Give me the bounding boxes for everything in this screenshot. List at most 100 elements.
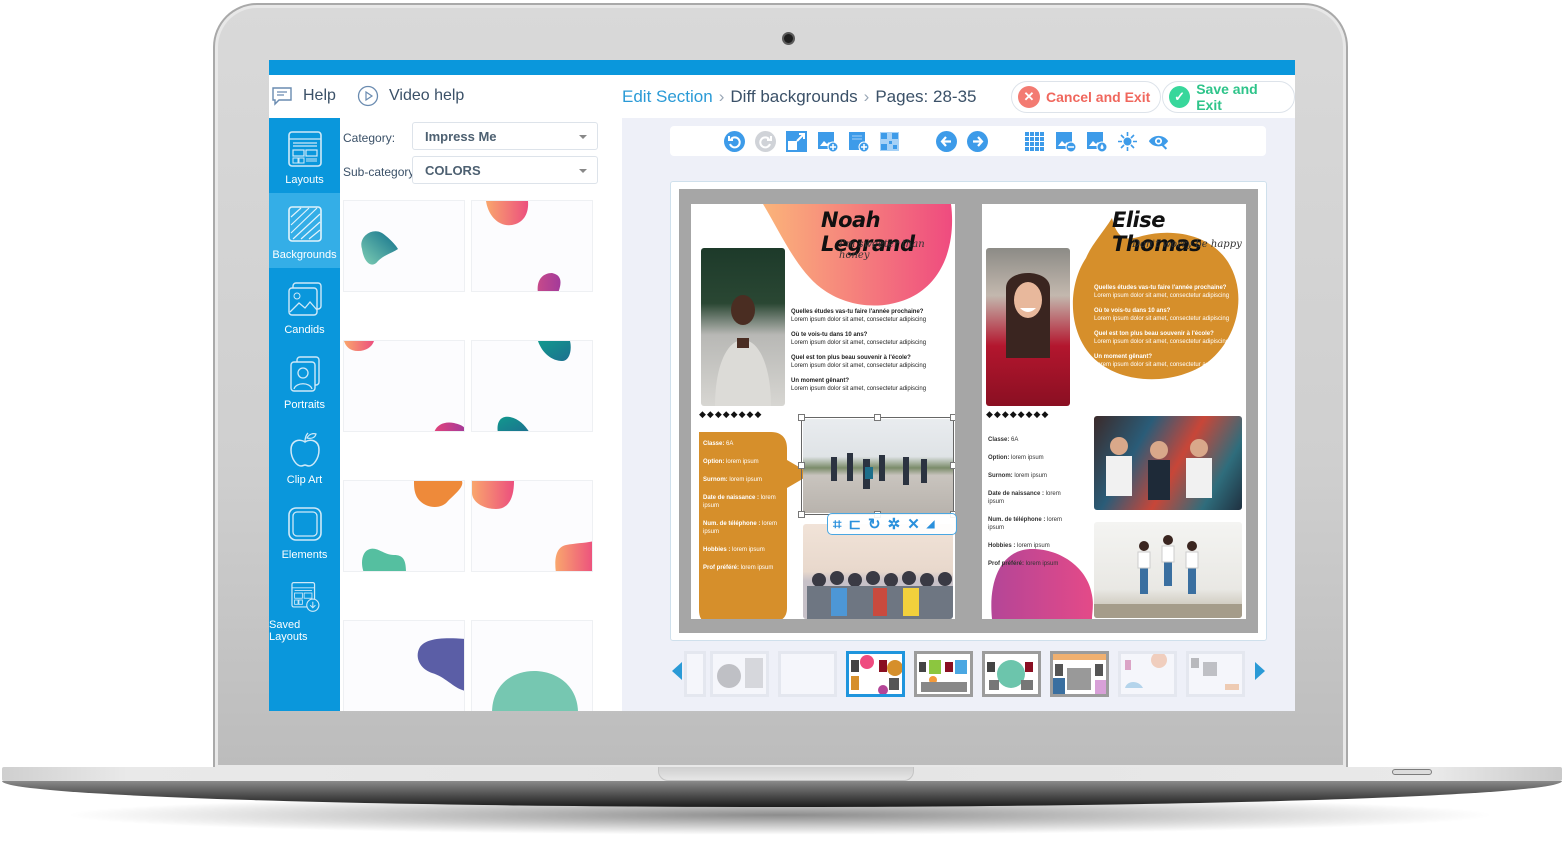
questions-block[interactable]: Quelles études vas-tu faire l'année proc… (1094, 284, 1244, 376)
info-key: Classe: (703, 441, 725, 447)
filmstrip-thumbnail[interactable] (710, 651, 769, 697)
chat-help-icon (272, 87, 292, 106)
frame-icon[interactable]: ⊏ (848, 515, 861, 533)
background-thumbnail[interactable] (471, 480, 593, 572)
portrait-silhouette (715, 295, 771, 406)
student-motto[interactable]: Don't worry be happy (1132, 239, 1242, 250)
rotate-icon[interactable]: ↻ (868, 515, 881, 533)
add-page-icon[interactable] (848, 131, 869, 152)
sidebar-item-portraits[interactable]: Portraits (269, 343, 340, 418)
previous-page-icon[interactable] (936, 131, 957, 152)
student-info-block[interactable]: Classe: 6A Option: lorem ipsum Surnom: l… (703, 440, 787, 582)
background-thumbnail[interactable] (471, 200, 593, 292)
pink-blob-shape (344, 341, 464, 431)
background-thumbnail[interactable] (343, 480, 465, 572)
info-key: Option: (988, 455, 1010, 461)
right-page[interactable]: Elise Thomas Don't worry be happy Quelle… (982, 204, 1246, 619)
saved-layouts-icon (290, 581, 319, 612)
info-value: lorem ipsum (1017, 543, 1050, 549)
category-select[interactable]: Impress Me (412, 122, 598, 150)
question-text: Quel est ton plus beau souvenir à l'écol… (1094, 331, 1214, 337)
resize-handle[interactable] (798, 462, 805, 469)
thumbnail-preview (919, 660, 967, 692)
resize-handle[interactable] (798, 511, 805, 518)
redo-icon[interactable] (755, 131, 776, 152)
image-fill-icon[interactable] (1086, 131, 1107, 152)
elements-icon (287, 507, 322, 541)
sidebar-item-elements[interactable]: Elements (269, 493, 340, 568)
thumbnail-preview (1125, 654, 1167, 688)
save-and-exit-button[interactable]: ✓ Save and Exit (1162, 81, 1295, 113)
sidebar-item-label: Layouts (285, 174, 324, 186)
swap-image-icon[interactable] (1055, 131, 1076, 152)
filmstrip-thumbnail[interactable] (1186, 651, 1245, 697)
info-key: Classe: (988, 437, 1010, 443)
help-link[interactable]: Help (271, 85, 336, 107)
background-thumbnail[interactable] (471, 620, 593, 711)
filmstrip-thumbnail-current[interactable] (846, 651, 905, 697)
crop-icon[interactable]: ⌗ (833, 516, 841, 533)
questions-block[interactable]: Quelles études vas-tu faire l'année proc… (791, 308, 951, 400)
background-thumbnail[interactable] (471, 340, 593, 432)
background-thumbnail[interactable] (343, 620, 465, 711)
sidebar-item-label: Saved Layouts (269, 619, 308, 643)
filmstrip-thumbnail[interactable] (684, 651, 706, 697)
student-motto[interactable]: I'm sweeter than honey (839, 239, 955, 261)
sidebar-item-label: Backgrounds (272, 249, 337, 261)
resize-handle[interactable] (950, 462, 955, 469)
filmstrip-thumbnail[interactable] (778, 651, 837, 697)
add-image-icon[interactable] (817, 131, 838, 152)
background-thumbnail[interactable] (343, 340, 465, 432)
preview-icon[interactable] (1148, 131, 1169, 152)
resize-handle[interactable] (874, 414, 881, 421)
sidebar-item-backgrounds[interactable]: Backgrounds (269, 193, 340, 268)
qr-code-icon[interactable] (879, 131, 900, 152)
filmstrip-thumbnail[interactable] (1118, 651, 1177, 697)
sidebar-item-candids[interactable]: Candids (269, 268, 340, 343)
filmstrip-prev-icon[interactable] (672, 662, 682, 680)
sidebar-item-saved-layouts[interactable]: Saved Layouts (269, 568, 340, 643)
cancel-label: Cancel and Exit (1046, 89, 1151, 105)
friends-photo[interactable] (803, 524, 953, 619)
filmstrip-thumbnail[interactable] (982, 651, 1041, 697)
brightness-icon[interactable] (1117, 131, 1138, 152)
resize-corner-icon[interactable]: ◢ (927, 519, 935, 530)
left-page[interactable]: Noah Legrand I'm sweeter than honey Quel… (691, 204, 955, 619)
candids-icon (287, 282, 322, 316)
grid-icon[interactable] (1024, 131, 1045, 152)
resize-icon[interactable] (786, 131, 807, 152)
filmstrip-next-icon[interactable] (1255, 662, 1265, 680)
portrait-photo[interactable] (986, 248, 1070, 406)
portrait-photo[interactable] (701, 248, 785, 406)
magic-wand-icon[interactable]: ✲ (888, 515, 901, 533)
info-value: 6A (1011, 437, 1019, 443)
close-circle-icon: ✕ (1018, 86, 1040, 108)
portrait-silhouette (1006, 273, 1050, 358)
answer-text: Lorem ipsum dolor sit amet, consectetur … (791, 363, 927, 369)
friends-wall-photo[interactable] (1094, 416, 1242, 510)
cancel-and-exit-button[interactable]: ✕ Cancel and Exit (1011, 81, 1162, 113)
next-page-icon[interactable] (967, 131, 988, 152)
info-value: lorem ipsum (1014, 473, 1048, 479)
laptop-hinge-notch (658, 767, 914, 781)
jumping-friends-photo[interactable] (1094, 522, 1242, 618)
filmstrip-thumbnail[interactable] (1050, 651, 1109, 697)
layouts-icon (287, 131, 322, 167)
info-value: lorem ipsum (740, 565, 774, 571)
question-text: Un moment gênant? (791, 378, 849, 384)
breadcrumb-edit-section[interactable]: Edit Section (622, 87, 713, 107)
resize-handle[interactable] (950, 414, 955, 421)
sidebar-item-layouts[interactable]: Layouts (269, 118, 340, 193)
video-help-link[interactable]: Video help (357, 85, 464, 107)
thumbnail-preview (1053, 654, 1106, 694)
filmstrip-thumbnail[interactable] (914, 651, 973, 697)
background-thumbnail[interactable] (343, 200, 465, 292)
delete-icon[interactable]: ✕ (907, 515, 920, 533)
resize-handle[interactable] (798, 414, 805, 421)
sidebar-item-clip-art[interactable]: Clip Art (269, 418, 340, 493)
student-info-block[interactable]: Classe: 6A Option: lorem ipsum Surnom: l… (988, 436, 1078, 578)
subcategory-select[interactable]: COLORS (412, 156, 598, 184)
check-circle-icon: ✓ (1169, 86, 1191, 108)
image-selection-frame[interactable] (801, 417, 954, 515)
undo-icon[interactable] (724, 131, 745, 152)
